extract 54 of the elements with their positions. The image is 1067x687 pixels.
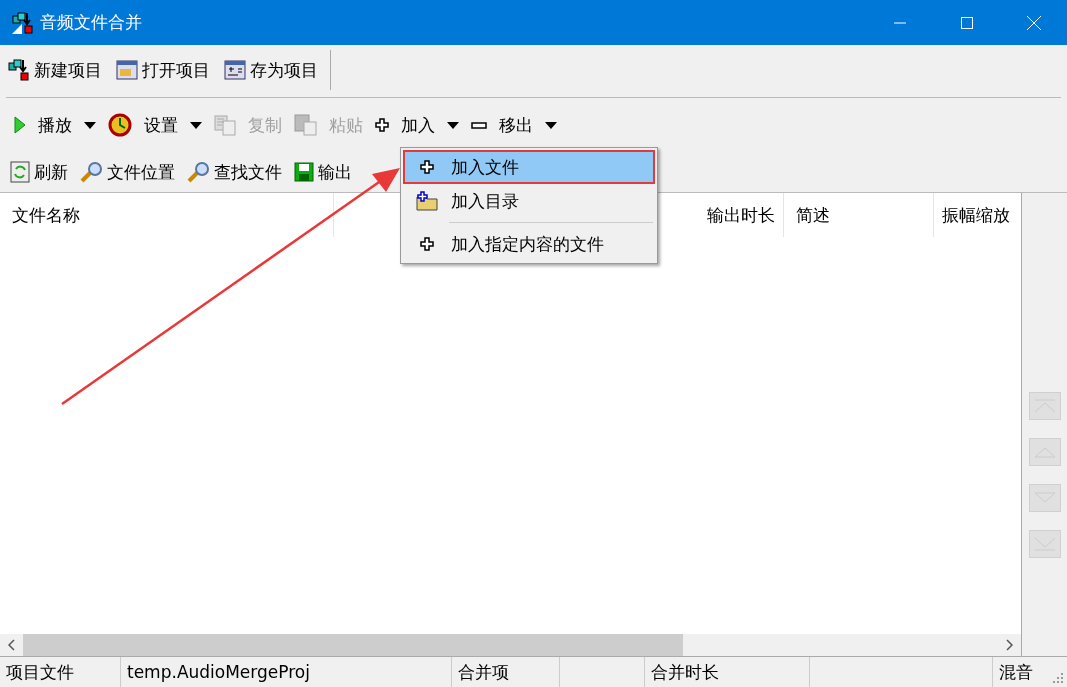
move-down-button[interactable]: [1028, 483, 1061, 512]
close-icon: [1026, 15, 1041, 30]
caret-icon: [84, 121, 96, 129]
plus-icon: [375, 118, 389, 132]
menu-item[interactable]: 加入文件: [403, 150, 655, 184]
caret-icon: [447, 121, 459, 129]
column-header[interactable]: 简述: [784, 193, 934, 237]
toolbar-button[interactable]: 设置: [104, 109, 182, 141]
horizontal-scrollbar[interactable]: [0, 634, 1021, 656]
status-text: 混音: [999, 662, 1033, 682]
toolbar-button[interactable]: 加入: [371, 109, 439, 141]
toolbar-button[interactable]: 查找文件: [183, 156, 286, 188]
window-title: 音频文件合并: [40, 11, 142, 34]
toolbar-button[interactable]: 新建项目: [4, 54, 106, 86]
status-text: 合并时长: [651, 662, 719, 682]
toolbar-button[interactable]: 移出: [467, 109, 537, 141]
status-text: temp.AudioMergeProj: [127, 662, 310, 682]
column-header[interactable]: 振幅缩放: [934, 193, 1020, 237]
minimize-icon: [893, 21, 906, 24]
toolbar-button[interactable]: 输出: [290, 156, 356, 188]
minus-icon: [471, 121, 487, 129]
clock-icon: [108, 113, 132, 137]
save-window-icon: [224, 60, 246, 80]
folder-window-icon: [116, 60, 138, 80]
play-icon: [14, 116, 26, 134]
move-to-bottom-button[interactable]: [1028, 529, 1061, 558]
menu-item[interactable]: 加入目录: [403, 184, 655, 218]
move-up-button[interactable]: [1028, 437, 1061, 466]
cubes-icon: [8, 59, 30, 81]
plus-icon: [420, 237, 434, 251]
copy-icon: [214, 114, 236, 136]
app-icon: [12, 11, 34, 34]
caret-icon: [545, 121, 557, 129]
status-text: 项目文件: [6, 662, 74, 682]
folder-plus-icon: [415, 191, 439, 211]
resize-grip-icon[interactable]: [1053, 673, 1063, 683]
menu-item[interactable]: 加入指定内容的文件: [403, 227, 655, 261]
plus-icon: [420, 160, 434, 174]
caret-icon: [190, 121, 202, 129]
maximize-icon: [960, 16, 973, 29]
paste-icon: [294, 114, 317, 136]
refresh-icon: [10, 161, 30, 183]
status-text: 合并项: [458, 662, 509, 682]
toolbar-button[interactable]: 文件位置: [76, 156, 179, 188]
magnifier-icon: [187, 161, 210, 183]
scroll-left-icon[interactable]: [8, 639, 15, 651]
scroll-right-icon[interactable]: [1006, 639, 1013, 651]
move-to-top-button[interactable]: [1028, 391, 1061, 420]
toolbar-button[interactable]: 播放: [10, 109, 76, 141]
column-header[interactable]: 文件名称: [0, 193, 334, 237]
toolbar-button[interactable]: 存为项目: [220, 54, 322, 86]
magnifier-icon: [80, 161, 103, 183]
toolbar-button[interactable]: 刷新: [6, 156, 72, 188]
toolbar-button[interactable]: 打开项目: [112, 54, 214, 86]
